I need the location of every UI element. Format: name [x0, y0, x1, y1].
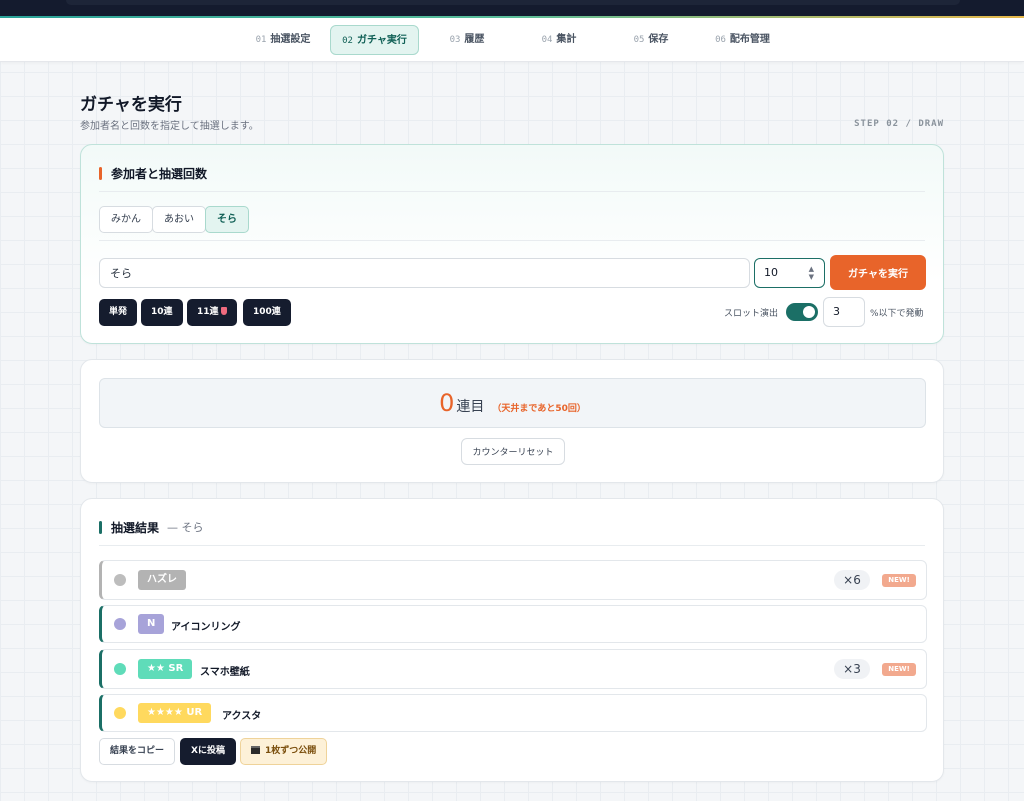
- rarity-dot: [114, 574, 126, 586]
- step-label: ガチャ実行: [356, 35, 407, 46]
- divider: [99, 191, 925, 192]
- result-row-hazure: ハズレ ×6 NEW!: [99, 560, 927, 600]
- counter-reset-button[interactable]: カウンターリセット: [461, 438, 565, 465]
- step-label: 配布管理: [729, 34, 770, 45]
- step-number: 06: [715, 35, 726, 45]
- new-badge: NEW!: [882, 663, 916, 676]
- result-row-ur: ★★★★ UR アクスタ: [99, 694, 927, 732]
- heading-accent-bar: [99, 166, 102, 180]
- copy-results-button[interactable]: 結果をコピー: [99, 738, 176, 765]
- divider: [99, 240, 925, 241]
- item-name: アクスタ: [222, 711, 262, 722]
- results-heading-text: 抽選結果: [111, 520, 160, 535]
- step-tab-02[interactable]: 02 ガチャ実行: [330, 25, 419, 55]
- page-subtitle: 参加者名と回数を指定して抽選します。: [80, 121, 259, 132]
- step-number: 05: [633, 35, 645, 45]
- quick-100-button[interactable]: 100連: [243, 299, 291, 326]
- reveal-one-by-one-button[interactable]: 1枚ずつ公開: [240, 738, 328, 765]
- toggle-knob: [803, 306, 815, 318]
- quick-single-button[interactable]: 単発: [99, 299, 138, 326]
- quick-11-label: 11連: [197, 307, 219, 317]
- step-label: 集計: [556, 34, 577, 45]
- clapperboard-icon: [251, 746, 260, 754]
- step-tab-03[interactable]: 03 履歴: [438, 25, 496, 55]
- results-heading: 抽選結果 — そら: [99, 519, 204, 535]
- draw-count-stepper[interactable]: 10 ▲ ▼: [754, 258, 825, 288]
- divider: [99, 545, 925, 546]
- item-name: アイコンリング: [171, 622, 241, 633]
- page-title: ガチャを実行: [80, 95, 182, 115]
- participants-card: 参加者と抽選回数 みかん あおい そら 10 ▲▼ ガチャを実行 単発 10連 …: [80, 144, 944, 344]
- counter-number: 0: [439, 389, 455, 417]
- step-number: 01: [255, 35, 267, 45]
- step-number: 04: [541, 35, 553, 45]
- results-card: 抽選結果 — そら ハズレ ×6 NEW! N アイコンリング ★★ SR スマ…: [80, 498, 944, 782]
- rarity-badge: ハズレ: [138, 570, 186, 590]
- rarity-dot: [114, 618, 126, 630]
- spinner-arrows-icon[interactable]: ▲ ▼: [809, 265, 814, 281]
- draw-counter: 0 連目 （天井まであと50回）: [99, 378, 926, 428]
- participants-heading: 参加者と抽選回数: [99, 165, 207, 181]
- step-number: 03: [449, 35, 461, 45]
- threshold-input[interactable]: 3: [823, 297, 865, 327]
- threshold-label: %以下で発動: [870, 309, 924, 319]
- gem-icon: [220, 307, 227, 315]
- participants-heading-text: 参加者と抽選回数: [111, 166, 208, 181]
- step-tab-06[interactable]: 06 配布管理: [705, 25, 780, 55]
- step-tab-01[interactable]: 01 抽選設定: [245, 25, 321, 55]
- reveal-label: 1枚ずつ公開: [265, 746, 317, 756]
- top-bar-inner: [66, 0, 960, 5]
- slot-effect-label: スロット演出: [724, 309, 779, 319]
- rarity-badge: ★★★★ UR: [138, 703, 212, 723]
- step-number: 02: [342, 36, 353, 46]
- post-to-x-button[interactable]: Xに投稿: [180, 738, 236, 765]
- quantity-badge: ×6: [834, 570, 870, 590]
- run-gacha-button[interactable]: ガチャを実行: [830, 255, 926, 290]
- rarity-badge: N: [138, 614, 165, 634]
- step-tab-05[interactable]: 05 保存: [622, 25, 680, 55]
- step-label: 保存: [648, 34, 669, 45]
- ceiling-remaining: （天井まであと50回）: [492, 404, 586, 414]
- results-subject: — そら: [167, 521, 204, 534]
- step-tag: STEP 02 / DRAW: [854, 119, 944, 129]
- participant-chip-aoi[interactable]: あおい: [152, 206, 206, 233]
- participant-name-input[interactable]: [99, 258, 750, 288]
- result-row-n: N アイコンリング: [99, 605, 927, 643]
- counter-unit: 連目: [456, 399, 485, 415]
- top-bar: [0, 0, 1024, 18]
- step-nav: 01 抽選設定 02 ガチャ実行 03 履歴 04 集計 05 保存 06 配布管理: [0, 18, 1024, 62]
- step-tab-04[interactable]: 04 集計: [530, 25, 588, 55]
- draw-count-value: 10: [764, 266, 778, 279]
- step-label: 履歴: [464, 34, 485, 45]
- item-name: スマホ壁紙: [200, 667, 250, 678]
- participant-chip-sora[interactable]: そら: [205, 206, 249, 233]
- result-row-sr: ★★ SR スマホ壁紙 ×3 NEW!: [99, 649, 927, 689]
- new-badge: NEW!: [882, 574, 916, 587]
- slot-effect-toggle[interactable]: [786, 303, 818, 321]
- quantity-badge: ×3: [834, 659, 870, 679]
- step-label: 抽選設定: [270, 34, 311, 45]
- participant-chip-mikan[interactable]: みかん: [99, 206, 153, 233]
- quick-10-button[interactable]: 10連: [141, 299, 183, 326]
- quick-11-button[interactable]: 11連: [187, 299, 237, 326]
- rarity-badge: ★★ SR: [138, 659, 193, 679]
- counter-card: 0 連目 （天井まであと50回） カウンターリセット: [80, 359, 944, 483]
- rarity-dot: [114, 707, 126, 719]
- heading-accent-bar: [99, 520, 102, 534]
- rarity-dot: [114, 663, 126, 675]
